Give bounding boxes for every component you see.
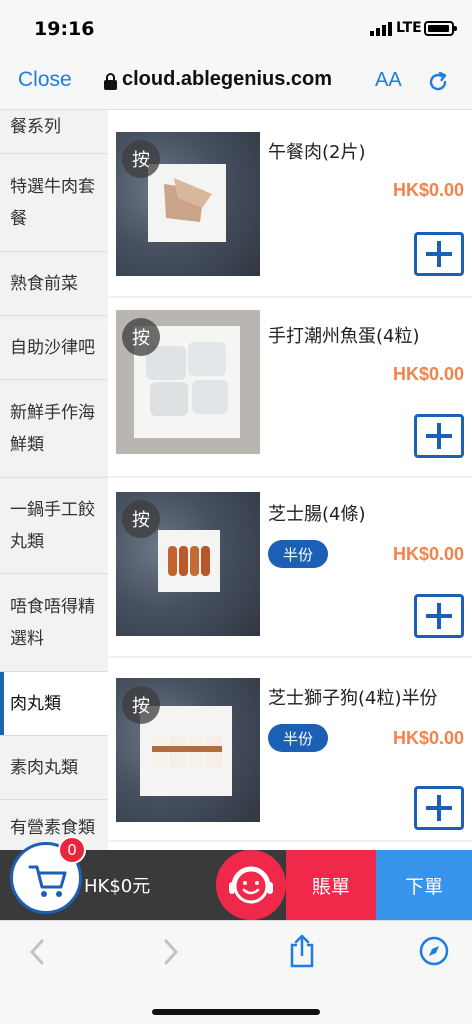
network-type: LTE [396, 20, 422, 36]
forward-icon[interactable] [160, 937, 182, 967]
press-badge: 按 [122, 140, 160, 178]
product-image: 按 [116, 492, 260, 636]
bill-button[interactable]: 賬單 [286, 850, 376, 920]
battery-icon [424, 21, 457, 36]
browser-toolbar [0, 920, 472, 1024]
cart-icon [28, 865, 67, 897]
product-name: 午餐肉(2片) [268, 142, 366, 163]
signal-icon [370, 22, 392, 36]
product-price: HK$0.00 [392, 180, 464, 200]
sidebar-item[interactable]: 一鍋手工餃丸類 [0, 478, 108, 574]
back-icon[interactable] [26, 937, 48, 967]
product-image: 按 [116, 678, 260, 822]
lock-icon [104, 73, 117, 90]
half-portion-tag[interactable]: 半份 [268, 724, 328, 752]
sidebar-item[interactable]: 自助沙律吧 [0, 316, 108, 380]
reload-icon[interactable] [426, 70, 450, 94]
compass-icon[interactable] [418, 935, 450, 967]
product-card[interactable]: 按 手打潮州魚蛋(4粒) HK$0.00 [108, 298, 472, 478]
product-price: HK$0.00 [392, 364, 464, 384]
product-list: 按 午餐肉(2片) HK$0.00 按 手打潮州魚蛋(4粒) HK$0.00 按… [108, 110, 472, 850]
half-portion-tag[interactable]: 半份 [268, 540, 328, 568]
add-to-cart-button[interactable] [414, 414, 464, 458]
product-price: HK$0.00 [392, 544, 464, 564]
sidebar-item[interactable]: 素肉丸類 [0, 736, 108, 800]
status-bar: 19:16 LTE [0, 0, 472, 58]
clock: 19:16 [34, 18, 95, 40]
cart-count-badge: 0 [58, 836, 86, 864]
product-name: 芝士獅子狗(4粒)半份 [268, 688, 438, 709]
press-badge: 按 [122, 500, 160, 538]
sidebar-item[interactable]: 新鮮手作海鮮類 [0, 380, 108, 478]
press-badge: 按 [122, 318, 160, 356]
product-name: 芝士腸(4條) [268, 504, 366, 525]
category-sidebar: 餐系列 特選牛肉套餐 熟食前菜 自助沙律吧 新鮮手作海鮮類 一鍋手工餃丸類 唔食… [0, 110, 108, 850]
product-card[interactable]: 按 午餐肉(2片) HK$0.00 [108, 118, 472, 298]
product-card[interactable]: 按 芝士獅子狗(4粒)半份 半份 HK$0.00 [108, 662, 472, 842]
url-text[interactable]: cloud.ablegenius.com [122, 68, 332, 91]
sidebar-item-active[interactable]: 肉丸類 [0, 672, 108, 736]
press-badge: 按 [122, 686, 160, 724]
product-card[interactable]: 按 芝士腸(4條) 半份 HK$0.00 [108, 478, 472, 658]
text-size-button[interactable]: AA [375, 69, 402, 92]
add-to-cart-button[interactable] [414, 786, 464, 830]
browser-url-bar: Close cloud.ablegenius.com AA [0, 58, 472, 110]
sidebar-item[interactable]: 餐系列 [0, 110, 108, 154]
product-name: 手打潮州魚蛋(4粒) [268, 326, 420, 347]
share-icon[interactable] [288, 933, 316, 969]
cart-bar: 0 HK$0元 賬單 下單 [0, 836, 472, 920]
product-image: 按 [116, 310, 260, 454]
sidebar-item[interactable]: 特選牛肉套餐 [0, 154, 108, 252]
close-button[interactable]: Close [18, 68, 72, 92]
sidebar-item[interactable]: 唔食唔得精選料 [0, 574, 108, 672]
sidebar-item[interactable]: 熟食前菜 [0, 252, 108, 316]
product-image: 按 [116, 132, 260, 276]
product-price: HK$0.00 [392, 728, 464, 748]
cart-total: HK$0元 [84, 876, 151, 897]
add-to-cart-button[interactable] [414, 594, 464, 638]
customer-service-button[interactable] [216, 850, 286, 920]
home-indicator [152, 1009, 320, 1015]
add-to-cart-button[interactable] [414, 232, 464, 276]
headset-icon [229, 866, 273, 904]
place-order-button[interactable]: 下單 [376, 850, 472, 920]
